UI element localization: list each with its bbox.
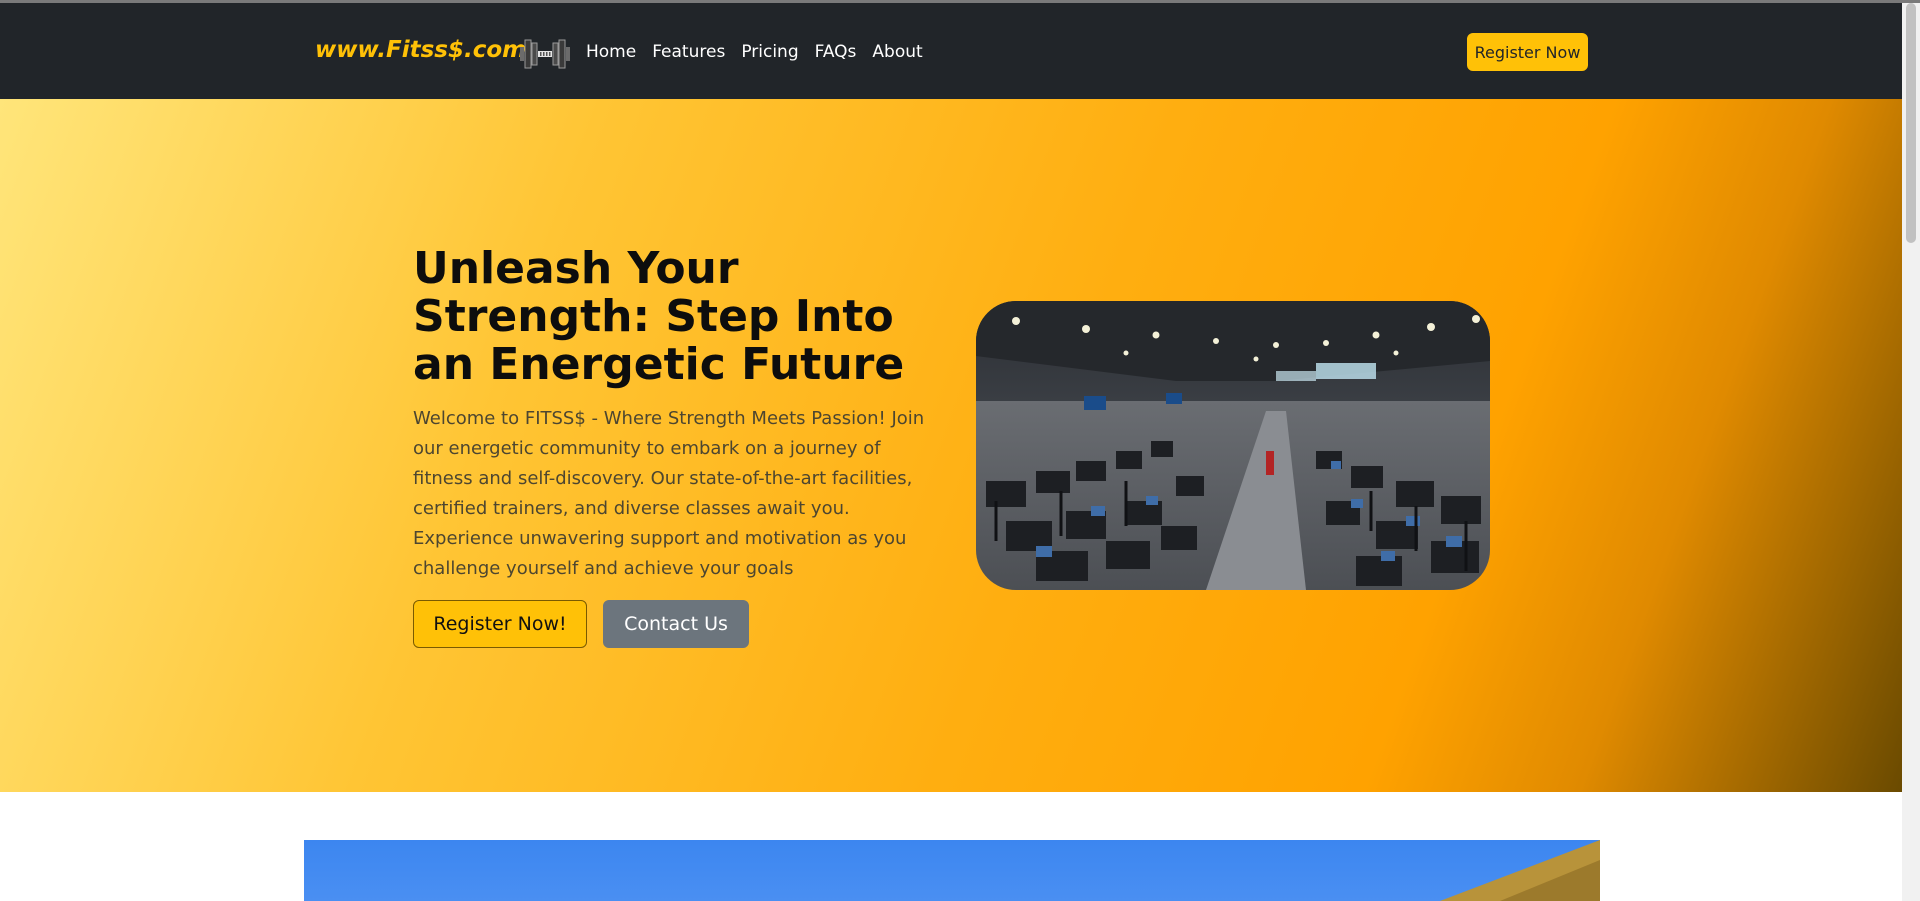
page-scrollbar[interactable] (1902, 3, 1920, 901)
nav-about[interactable]: About (872, 42, 922, 62)
hero-description: Welcome to FITSS$ - Where Strength Meets… (413, 408, 925, 579)
contact-us-button[interactable]: Contact Us (603, 600, 749, 648)
navbar: www.Fitss$.com Home Features Pricing FAQ… (0, 3, 1902, 99)
brand-link[interactable]: www.Fitss$.com (315, 37, 526, 63)
scrollbar-thumb[interactable] (1906, 3, 1916, 243)
hero-register-button[interactable]: Register Now! (413, 600, 587, 648)
nav-pricing[interactable]: Pricing (741, 42, 798, 62)
dumbbell-icon (520, 37, 570, 71)
hero-section: Unleash Your Strength: Step Into an Ener… (0, 99, 1902, 792)
register-now-button[interactable]: Register Now (1467, 33, 1588, 71)
nav-home[interactable]: Home (586, 42, 636, 62)
nav-links: Home Features Pricing FAQs About (586, 42, 923, 62)
gym-photo (976, 301, 1490, 590)
nav-faqs[interactable]: FAQs (815, 42, 857, 62)
bottom-banner-image (304, 840, 1600, 901)
nav-features[interactable]: Features (652, 42, 725, 62)
hero-title: Unleash Your Strength: Step Into an Ener… (413, 243, 905, 390)
